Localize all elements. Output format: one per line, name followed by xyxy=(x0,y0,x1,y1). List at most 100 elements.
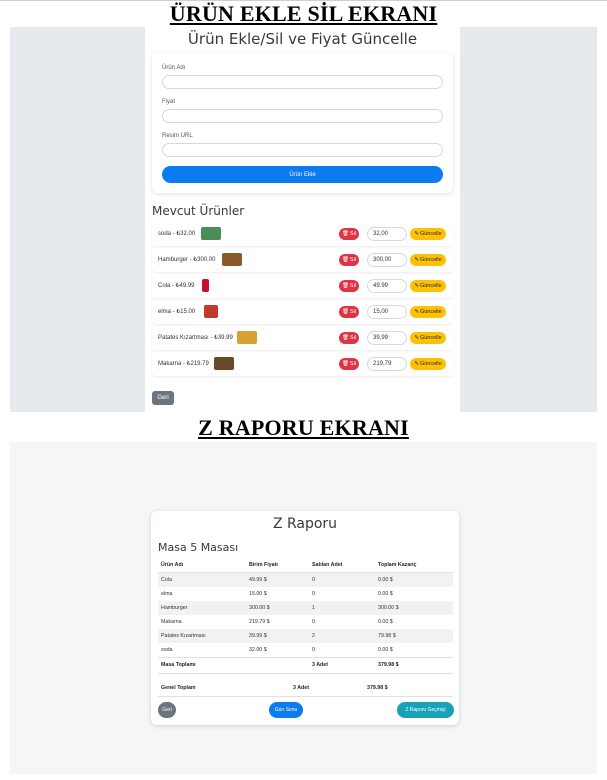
table-cell: 219.79 $ xyxy=(249,619,270,625)
table-cell: Patates Kızartması xyxy=(161,633,206,639)
price-update-input[interactable]: 49.99 xyxy=(367,279,407,293)
product-label: Cola - ₺49.99 xyxy=(158,283,195,289)
update-label: Güncelle xyxy=(419,257,442,263)
grand-total-label: Genel Toplam xyxy=(161,685,196,691)
table-row: soda 32.00 $ 0 0.00 $ xyxy=(158,643,453,657)
price-update-input[interactable]: 219,79 xyxy=(367,357,407,371)
update-button[interactable]: ✎ Güncelle xyxy=(410,228,446,240)
update-label: Güncelle xyxy=(419,283,442,289)
table-cell: 0 xyxy=(312,591,315,597)
table-cell: 0.00 $ xyxy=(378,591,393,597)
product-screen-heading: ÜRÜN EKLE SİL EKRANI xyxy=(169,1,438,26)
product-label: Makarna - ₺219.79 xyxy=(158,361,209,367)
edit-icon: ✎ xyxy=(414,309,419,315)
z-back-button[interactable]: Geri xyxy=(158,702,176,718)
table-total-count: 3 Adet xyxy=(312,662,328,668)
table-cell: 1 xyxy=(312,605,315,611)
table-row: Patates Kızartması 39.99 $ 2 79.98 $ xyxy=(158,629,453,643)
column-header: Birim Fiyatı xyxy=(249,562,278,568)
add-product-button[interactable]: Ürün Ekle xyxy=(162,166,443,183)
grand-total-count: 3 Adet xyxy=(293,685,309,691)
table-cell: 300.00 $ xyxy=(249,605,270,611)
delete-button[interactable]: 🗑 Sil xyxy=(339,332,359,344)
delete-button[interactable]: 🗑 Sil xyxy=(339,306,359,318)
product-row: Patates Kızartması - ₺39.99 🗑 Sil 39,99 ✎ Gün… xyxy=(152,327,453,350)
table-cell: Makarna xyxy=(161,619,182,625)
table-cell: 39.99 $ xyxy=(249,633,267,639)
update-button[interactable]: ✎ Güncelle xyxy=(410,358,446,370)
table-cell: 300.00 $ xyxy=(378,605,399,611)
delete-label: Sil xyxy=(349,231,357,237)
apple-image xyxy=(204,305,218,318)
product-name-label: Ürün Adı xyxy=(162,65,186,71)
total-divider-2 xyxy=(158,673,453,674)
grand-total-row: Genel Toplam 3 Adet 379.98 $ xyxy=(158,681,453,695)
product-label: soda - ₺32.00 xyxy=(158,231,196,237)
pasta-image xyxy=(214,357,234,370)
trash-icon: 🗑 xyxy=(341,257,349,263)
update-button[interactable]: ✎ Güncelle xyxy=(410,332,446,344)
price-update-input[interactable]: 32,00 xyxy=(367,227,407,241)
update-button[interactable]: ✎ Güncelle xyxy=(410,306,446,318)
price-input[interactable] xyxy=(162,109,443,123)
delete-button[interactable]: 🗑 Sil xyxy=(339,228,359,240)
table-total-amount: 379.98 $ xyxy=(378,662,399,668)
grand-total-divider xyxy=(158,696,453,697)
back-button[interactable]: Geri xyxy=(152,391,174,405)
soda-image xyxy=(201,227,221,240)
table-header-row: Ürün Adı Birim Fiyatı Satılan Adet Topla… xyxy=(158,558,453,572)
update-label: Güncelle xyxy=(419,361,442,367)
z-report-title: Z Raporu xyxy=(272,516,338,532)
table-cell: soda xyxy=(161,647,173,653)
fries-image xyxy=(237,331,257,344)
delete-label: Sil xyxy=(349,283,357,289)
edit-icon: ✎ xyxy=(414,361,419,367)
product-panel: Ürün Ekle/Sil ve Fiyat Güncelle Ürün Adı… xyxy=(145,27,460,412)
product-row: Hamburger - ₺300.00 🗑 Sil 300,00 ✎ Güncelle xyxy=(152,249,453,272)
price-update-input[interactable]: 39,99 xyxy=(367,331,407,345)
table-cell: Cola xyxy=(161,577,172,583)
delete-label: Sil xyxy=(349,257,357,263)
product-name-input[interactable] xyxy=(162,75,443,89)
column-header: Ürün Adı xyxy=(161,562,184,568)
column-header: Toplam Kazanç xyxy=(378,562,417,568)
delete-label: Sil xyxy=(349,361,357,367)
table-row: elma 15.00 $ 0 0.00 $ xyxy=(158,587,453,601)
image-url-input[interactable] xyxy=(162,143,443,157)
product-row: Makarna - ₺219.79 🗑 Sil 219,79 ✎ Güncelle xyxy=(152,353,453,376)
update-label: Güncelle xyxy=(419,231,442,237)
delete-label: Sil xyxy=(349,309,357,315)
z-report-history-button[interactable]: Z Raporu Geçmişi xyxy=(397,702,454,718)
table-row: Hamburger 300.00 $ 1 300.00 $ xyxy=(158,601,453,615)
delete-button[interactable]: 🗑 Sil xyxy=(339,358,359,370)
price-update-input[interactable]: 15,00 xyxy=(367,305,407,319)
hamburger-image xyxy=(222,253,242,266)
update-button[interactable]: ✎ Güncelle xyxy=(410,280,446,292)
product-row: elma - ₺15.00 🗑 Sil 15,00 ✎ Güncelle xyxy=(152,301,453,324)
trash-icon: 🗑 xyxy=(341,335,349,341)
product-list-title: Mevcut Ürünler xyxy=(152,204,245,218)
end-of-day-button[interactable]: Gün Sonu xyxy=(269,702,303,718)
edit-icon: ✎ xyxy=(414,231,419,237)
cola-image xyxy=(202,279,209,292)
table-row: Cola 49.99 $ 0 0.00 $ xyxy=(158,573,453,587)
edit-icon: ✎ xyxy=(414,335,419,341)
trash-icon: 🗑 xyxy=(341,361,349,367)
delete-label: Sil xyxy=(349,335,357,341)
table-cell: 0 xyxy=(312,619,315,625)
delete-button[interactable]: 🗑 Sil xyxy=(339,280,359,292)
table-cell: elma xyxy=(161,591,173,597)
table-cell: 79.98 $ xyxy=(378,633,396,639)
table-cell: 0.00 $ xyxy=(378,619,393,625)
trash-icon: 🗑 xyxy=(341,309,349,315)
delete-button[interactable]: 🗑 Sil xyxy=(339,254,359,266)
image-url-label: Resim URL xyxy=(162,133,193,139)
product-row: Cola - ₺49.99 🗑 Sil 49.99 ✎ Güncelle xyxy=(152,275,453,298)
update-button[interactable]: ✎ Güncelle xyxy=(410,254,446,266)
edit-icon: ✎ xyxy=(414,257,419,263)
page-title: Ürün Ekle/Sil ve Fiyat Güncelle xyxy=(187,30,418,48)
grand-total-amount: 379.98 $ xyxy=(367,685,388,691)
table-cell: 0.00 $ xyxy=(378,647,393,653)
table-cell: 0 xyxy=(312,577,315,583)
price-update-input[interactable]: 300,00 xyxy=(367,253,407,267)
